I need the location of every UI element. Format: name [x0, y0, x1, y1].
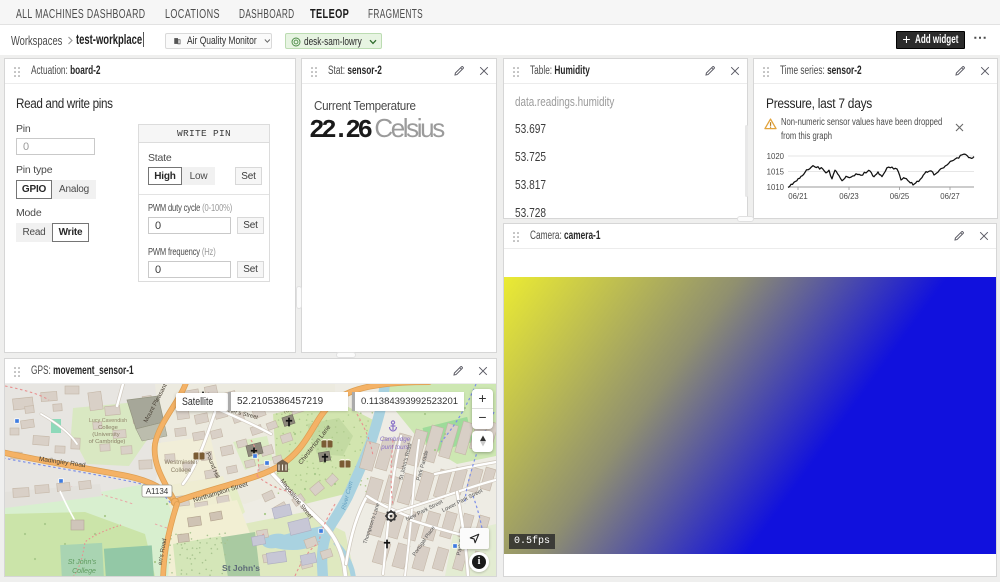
svg-text:of Cambridge): of Cambridge) — [89, 439, 126, 445]
svg-text:06/21: 06/21 — [788, 192, 808, 201]
svg-text:06/27: 06/27 — [940, 192, 960, 201]
svg-text:1010: 1010 — [767, 183, 785, 192]
svg-text:Lucy Cavendish: Lucy Cavendish — [89, 418, 127, 424]
svg-text:06/25: 06/25 — [890, 192, 910, 201]
svg-text:(University: (University — [92, 432, 119, 438]
svg-text:St John's: St John's — [68, 559, 97, 566]
svg-text:Westminster: Westminster — [164, 460, 197, 466]
svg-text:punt tours: punt tours — [380, 444, 409, 451]
svg-text:College: College — [72, 568, 96, 575]
svg-text:1020: 1020 — [767, 152, 785, 161]
svg-text:A1134: A1134 — [146, 487, 169, 496]
svg-text:06/23: 06/23 — [839, 192, 859, 201]
svg-text:St John's: St John's — [222, 563, 260, 573]
svg-text:1015: 1015 — [767, 168, 785, 177]
svg-text:College: College — [98, 425, 118, 431]
svg-text:College: College — [171, 468, 192, 474]
svg-text:Cambridge: Cambridge — [380, 436, 411, 443]
